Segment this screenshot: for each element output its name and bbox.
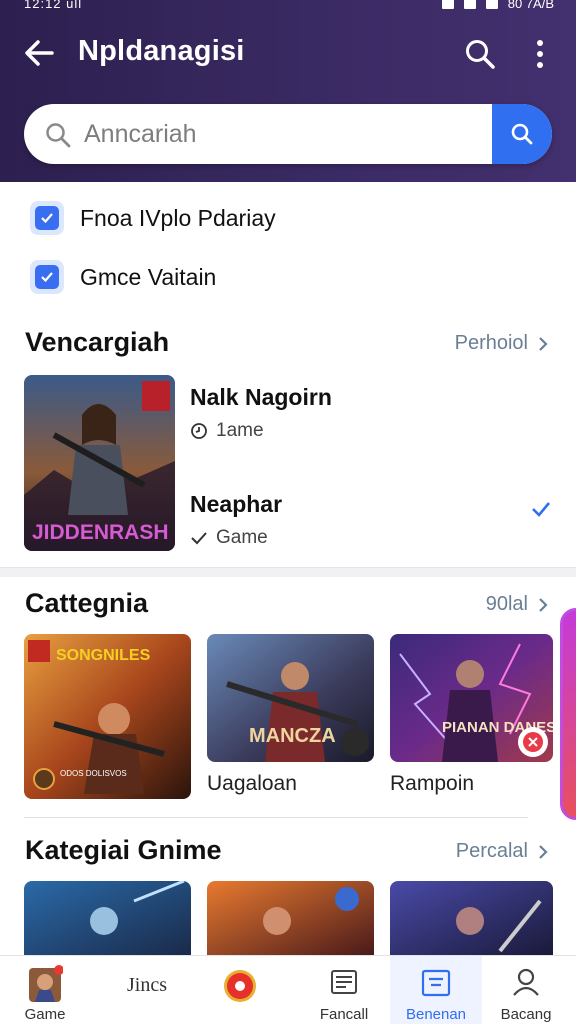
- checkbox-checked-icon[interactable]: [30, 201, 64, 235]
- kategori-card-3[interactable]: [390, 881, 553, 955]
- search-bar: [24, 104, 552, 164]
- featured-item-meta-text: 1ame: [216, 420, 264, 441]
- featured-item-meta-text: Game: [216, 527, 268, 548]
- filter-option-label: Gmce Vaitain: [80, 263, 217, 290]
- category-card-2[interactable]: MANCZA: [207, 634, 374, 762]
- search-icon[interactable]: [462, 36, 498, 72]
- page-title: Npldanagisi: [78, 35, 245, 67]
- nav-record[interactable]: [222, 956, 258, 1024]
- clock-icon: [191, 423, 207, 439]
- category-card-label[interactable]: Rampoin: [390, 772, 474, 796]
- featured-link-label: Perhoiol: [454, 332, 528, 354]
- chevron-right-icon: [539, 844, 548, 859]
- sim-icon: [441, 0, 454, 9]
- nav-label: Jincs: [127, 974, 167, 996]
- status-time: 12:12 ull: [24, 0, 83, 11]
- back-arrow-icon[interactable]: [22, 34, 58, 72]
- close-badge-icon[interactable]: [518, 727, 548, 757]
- game-avatar-icon: [29, 965, 63, 1002]
- nav-jincs[interactable]: Jincs: [122, 956, 172, 1024]
- search-submit-icon: [511, 123, 533, 145]
- featured-item-name-2[interactable]: Neaphar: [190, 491, 282, 518]
- chevron-right-icon: [539, 336, 548, 351]
- kategori-card-2[interactable]: [207, 881, 374, 955]
- filter-option-2[interactable]: Gmce Vaitain: [30, 259, 216, 295]
- kategori-section-title: Kategiai Gnime: [25, 835, 222, 865]
- more-options-icon[interactable]: [524, 36, 556, 72]
- kategori-link-label: Percalal: [455, 840, 528, 862]
- section-divider: [0, 567, 576, 577]
- category-see-all-link[interactable]: 90lal: [486, 593, 548, 616]
- category-card-3[interactable]: PIANAN DANES: [390, 634, 553, 762]
- card-image-title: MANCZA: [249, 725, 336, 747]
- status-bar: 12:12 ull 80 7A/B: [0, 0, 576, 14]
- featured-image-caption: JIDDENRASH: [32, 521, 169, 544]
- featured-see-all-link[interactable]: Perhoiol: [455, 332, 548, 355]
- tray-icon: [421, 969, 451, 997]
- checkbox-checked-icon[interactable]: [30, 260, 64, 294]
- app-header: 12:12 ull 80 7A/B Npldanagisi: [0, 0, 576, 182]
- nav-game[interactable]: Game: [25, 956, 65, 1024]
- nav-label: Game: [24, 1006, 66, 1023]
- nav-fancall[interactable]: Fancall: [320, 956, 368, 1024]
- featured-game-image[interactable]: JIDDENRASH: [24, 375, 175, 551]
- check-small-icon: [191, 532, 207, 545]
- filter-option-label: Fnoa IVplo Pdariay: [80, 204, 276, 231]
- bottom-navigation: Game Jincs Fancall Benenan Bacang: [0, 955, 576, 1024]
- chevron-right-icon: [539, 597, 548, 612]
- status-icons: 80 7A/B: [441, 0, 554, 11]
- featured-section-title: Vencargiah: [25, 327, 170, 357]
- featured-item-name-1[interactable]: Nalk Nagoirn: [190, 384, 332, 411]
- battery-text: 80 7A/B: [507, 0, 554, 11]
- signal-icon: [485, 0, 498, 9]
- kategori-see-all-link[interactable]: Percalal: [456, 840, 548, 863]
- wifi-icon: [463, 0, 476, 9]
- selected-check-icon[interactable]: [530, 498, 552, 520]
- category-link-label: 90lal: [485, 593, 528, 615]
- featured-item-meta-2: Game: [190, 527, 268, 549]
- category-card-label[interactable]: Uagaloan: [207, 772, 297, 796]
- search-input[interactable]: [84, 116, 504, 152]
- featured-item-meta-1: 1ame: [190, 420, 264, 442]
- nav-benenan[interactable]: Benenan: [390, 956, 482, 1024]
- nav-label: Fancall: [319, 1006, 369, 1023]
- kategori-card-1[interactable]: [24, 881, 191, 955]
- news-icon: [331, 970, 357, 994]
- filter-option-1[interactable]: Fnoa IVplo Pdariay: [30, 200, 276, 236]
- search-field-icon: [44, 121, 72, 149]
- card-image-subtitle: ODOS DOLISVOS: [60, 769, 127, 778]
- record-icon: [224, 970, 256, 1002]
- nav-label: Benenan: [405, 1006, 467, 1023]
- profile-icon: [513, 968, 539, 996]
- search-submit-button[interactable]: [492, 104, 552, 164]
- card-image-title: SONGNILES: [56, 647, 151, 664]
- category-card-1[interactable]: SONGNILES ODOS DOLISVOS: [24, 634, 191, 799]
- section-divider: [24, 817, 528, 818]
- nav-bacang[interactable]: Bacang: [496, 956, 556, 1024]
- nav-label: Bacang: [500, 1006, 552, 1023]
- category-section-title: Cattegnia: [25, 588, 149, 618]
- side-panel-handle[interactable]: [560, 608, 576, 820]
